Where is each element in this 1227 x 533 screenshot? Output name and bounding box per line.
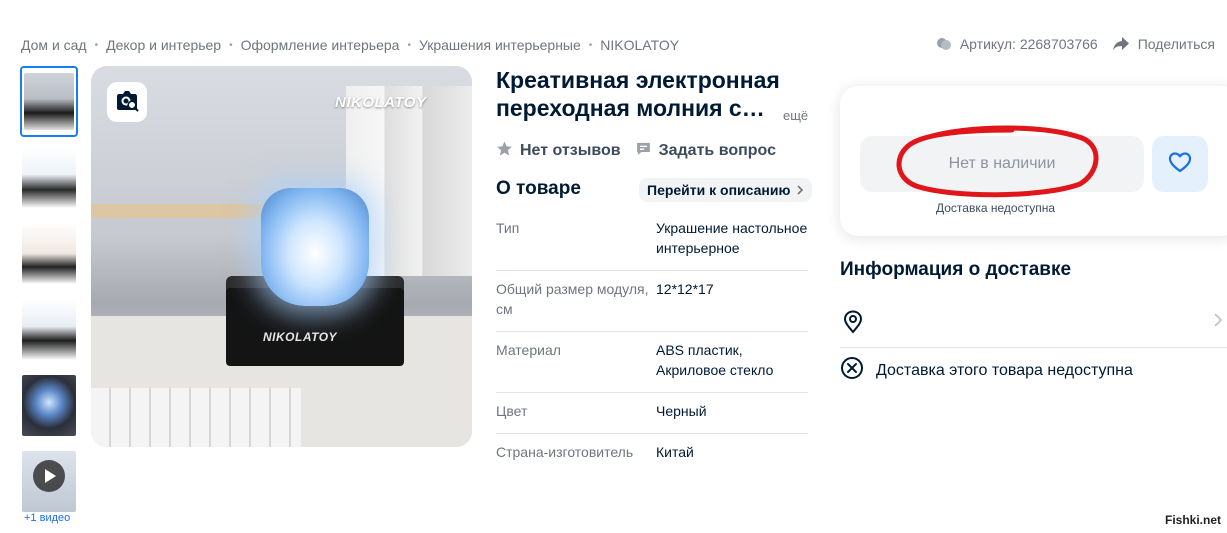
breadcrumb-separator: • — [588, 39, 593, 51]
go-to-description-button[interactable]: Перейти к описанию — [639, 178, 813, 202]
location-pin-icon — [842, 310, 864, 339]
spec-value: ABS пластик, Акриловое стекло — [656, 342, 774, 378]
spec-row: Тип Украшение настольное интерьерное — [496, 210, 808, 271]
chat-icon — [635, 140, 652, 162]
spec-row: Общий размер модуля, см 12*12*17 — [496, 271, 808, 332]
spec-key: Тип — [496, 220, 520, 236]
play-icon — [33, 460, 65, 497]
thumbnail-video[interactable] — [20, 446, 78, 517]
chevron-right-icon — [796, 182, 804, 198]
thumbnail-image — [22, 299, 76, 360]
share-label: Поделиться — [1137, 36, 1215, 52]
spec-key: Материал — [496, 342, 561, 358]
thumbnail-image — [22, 375, 76, 436]
stock-status-label: Нет в наличии — [948, 155, 1056, 172]
thumbnail-image — [22, 223, 76, 284]
spec-row: Цвет Черный — [496, 393, 808, 434]
thumbnail-4[interactable] — [20, 294, 78, 365]
copy-icon[interactable] — [936, 36, 952, 52]
spec-value: Черный — [656, 403, 707, 419]
share-button[interactable]: Поделиться — [1112, 36, 1215, 52]
thumbnail-image — [22, 147, 76, 208]
favorite-button[interactable] — [1152, 136, 1208, 192]
spec-value: Украшение настольное интерьерное — [656, 220, 808, 256]
article-text: Артикул: 2268703766 — [959, 36, 1098, 52]
photo-brand-overlay: NIKOLATOY — [335, 94, 427, 111]
spec-key: Общий размер модуля, см — [496, 281, 649, 317]
breadcrumb: Дом и сад • Декор и интерьер • Оформлени… — [21, 37, 679, 53]
close-circle-icon — [840, 356, 864, 385]
visual-search-icon — [113, 86, 141, 119]
main-product-image[interactable]: NIKOLATOY NIKOLATOY — [91, 66, 472, 447]
spec-row: Материал ABS пластик, Акриловое стекло — [496, 332, 808, 393]
photo-base-logo: NIKOLATOY — [263, 330, 338, 344]
article-number: Артикул: 2268703766 — [936, 36, 1098, 52]
star-icon — [496, 140, 513, 162]
breadcrumb-item[interactable]: Декор и интерьер — [106, 37, 221, 53]
share-arrow-icon — [1112, 36, 1130, 52]
header-actions: Артикул: 2268703766 Поделиться — [922, 36, 1215, 52]
rating-row: Нет отзывов Задать вопрос — [496, 140, 790, 162]
ask-question-link[interactable]: Задать вопрос — [635, 140, 776, 162]
spec-table: Тип Украшение настольное интерьерное Общ… — [496, 210, 808, 474]
about-section-title: О товаре — [496, 178, 581, 199]
go-to-description-label: Перейти к описанию — [647, 182, 791, 198]
reviews-label: Нет отзывов — [520, 142, 621, 159]
watermark: Fishki.net — [1164, 513, 1221, 527]
delivery-unavailable-text: Доставка этого товара недоступна — [876, 361, 1133, 379]
breadcrumb-item-brand[interactable]: NIKOLATOY — [600, 37, 679, 53]
breadcrumb-separator: • — [94, 39, 99, 51]
delivery-unavailable-note: Доставка недоступна — [936, 201, 1056, 215]
ask-question-label: Задать вопрос — [658, 142, 776, 159]
breadcrumb-item[interactable]: Украшения интерьерные — [419, 37, 581, 53]
breadcrumb-item[interactable]: Оформление интерьера — [241, 37, 400, 53]
spec-row: Страна-изготовитель Китай — [496, 434, 808, 474]
thumbnail-5[interactable] — [20, 370, 78, 441]
breadcrumb-separator: • — [407, 39, 411, 51]
product-title: Креативная электронная переходная молния… — [496, 66, 808, 122]
video-count-label[interactable]: +1 видео — [24, 512, 70, 524]
reviews-link[interactable]: Нет отзывов — [496, 140, 621, 162]
purchase-card: Нет в наличии Доставка недоступна — [840, 86, 1227, 236]
thumbnail-1[interactable] — [20, 66, 78, 137]
thumbnail-3[interactable] — [20, 218, 78, 289]
title-more-link[interactable]: ещё — [779, 108, 809, 123]
breadcrumb-separator: • — [229, 39, 233, 51]
spec-key: Цвет — [496, 403, 528, 419]
spec-key: Страна-изготовитель — [496, 444, 634, 460]
chevron-right-icon — [1213, 312, 1223, 333]
spec-value: Китай — [656, 444, 694, 460]
product-title-line-1: Креативная электронная — [496, 67, 780, 93]
photo-keyboard — [91, 388, 301, 447]
photo-plasma-glass — [261, 188, 369, 306]
delivery-unavailable-row: Доставка этого товара недоступна — [840, 356, 1133, 385]
thumbnail-image — [24, 73, 74, 130]
delivery-location-row[interactable] — [840, 302, 1227, 348]
spec-value: 12*12*17 — [656, 281, 714, 297]
breadcrumb-item[interactable]: Дом и сад — [21, 37, 87, 53]
product-title-line-2: переходная молния с… — [496, 95, 765, 121]
visual-search-button[interactable] — [107, 82, 147, 122]
heart-icon — [1168, 151, 1192, 178]
thumbnail-2[interactable] — [20, 142, 78, 213]
delivery-info-title: Информация о доставке — [840, 259, 1072, 280]
out-of-stock-button[interactable]: Нет в наличии — [860, 136, 1144, 192]
